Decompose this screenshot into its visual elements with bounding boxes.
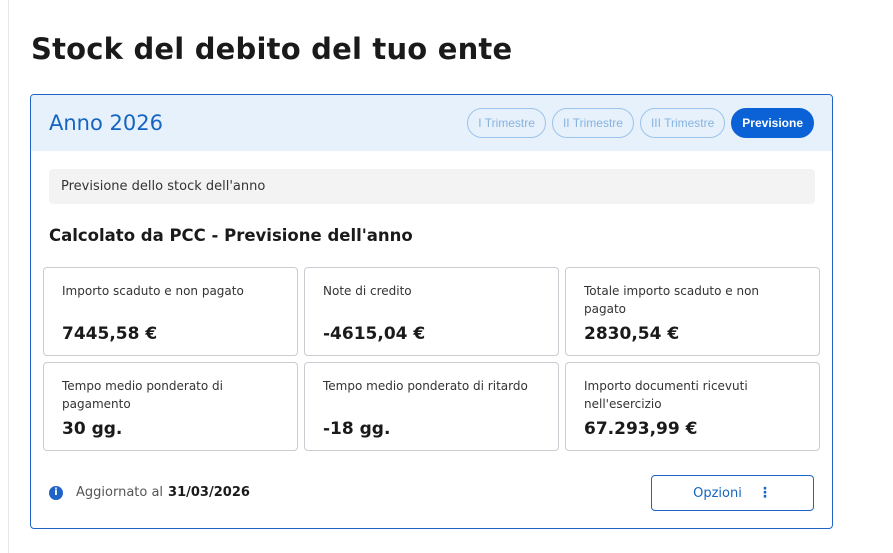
metric-value: 2830,54 € bbox=[584, 324, 680, 344]
metric-label: Tempo medio ponderato di ritardo bbox=[323, 379, 528, 393]
metric-label: Importo documenti ricevuti nell'esercizi… bbox=[584, 379, 748, 411]
metric-value: 30 gg. bbox=[62, 419, 123, 439]
tab-iii-trimestre[interactable]: III Trimestre bbox=[639, 108, 726, 138]
kebab-menu-icon: ⋮ bbox=[757, 485, 772, 501]
metric-card-tempo-ritardo: Tempo medio ponderato di ritardo -18 gg. bbox=[304, 362, 559, 451]
metric-value: 67.293,99 € bbox=[584, 419, 698, 439]
metric-value: 7445,58 € bbox=[62, 324, 158, 344]
last-updated: i Aggiornato al 31/03/2026 bbox=[49, 485, 250, 500]
metric-card-documenti-ricevuti: Importo documenti ricevuti nell'esercizi… bbox=[565, 362, 820, 451]
period-tabs: I Trimestre II Trimestre III Trimestre P… bbox=[467, 108, 814, 138]
updated-date: 31/03/2026 bbox=[168, 485, 250, 500]
metric-value: -4615,04 € bbox=[323, 324, 426, 344]
metric-card-importo-scaduto: Importo scaduto e non pagato 7445,58 € bbox=[43, 267, 298, 356]
section-title: Calcolato da PCC - Previsione dell'anno bbox=[49, 226, 413, 245]
tab-previsione[interactable]: Previsione bbox=[731, 108, 814, 138]
debt-stock-card: Anno 2026 I Trimestre II Trimestre III T… bbox=[30, 94, 833, 529]
metric-card-tempo-pagamento: Tempo medio ponderato di pagamento 30 gg… bbox=[43, 362, 298, 451]
metric-label: Totale importo scaduto e non pagato bbox=[584, 284, 760, 316]
metric-label: Tempo medio ponderato di pagamento bbox=[62, 379, 223, 411]
card-header: Anno 2026 I Trimestre II Trimestre III T… bbox=[31, 95, 832, 151]
updated-label: Aggiornato al bbox=[76, 485, 164, 500]
metric-card-note-credito: Note di credito -4615,04 € bbox=[304, 267, 559, 356]
options-button[interactable]: Opzioni ⋮ bbox=[651, 475, 814, 511]
metric-label: Note di credito bbox=[323, 284, 412, 298]
page-title: Stock del debito del tuo ente bbox=[31, 32, 513, 66]
metric-value: -18 gg. bbox=[323, 419, 391, 439]
page: Stock del debito del tuo ente Anno 2026 … bbox=[0, 0, 893, 553]
tab-ii-trimestre[interactable]: II Trimestre bbox=[551, 108, 634, 138]
metric-label: Importo scaduto e non pagato bbox=[62, 284, 244, 298]
options-label: Opzioni bbox=[693, 485, 742, 501]
info-icon: i bbox=[49, 485, 63, 500]
year-title: Anno 2026 bbox=[49, 111, 163, 135]
tab-i-trimestre[interactable]: I Trimestre bbox=[467, 108, 546, 138]
metric-card-totale-scaduto: Totale importo scaduto e non pagato 2830… bbox=[565, 267, 820, 356]
divider bbox=[8, 0, 9, 553]
notice-banner: Previsione dello stock dell'anno bbox=[49, 169, 815, 204]
